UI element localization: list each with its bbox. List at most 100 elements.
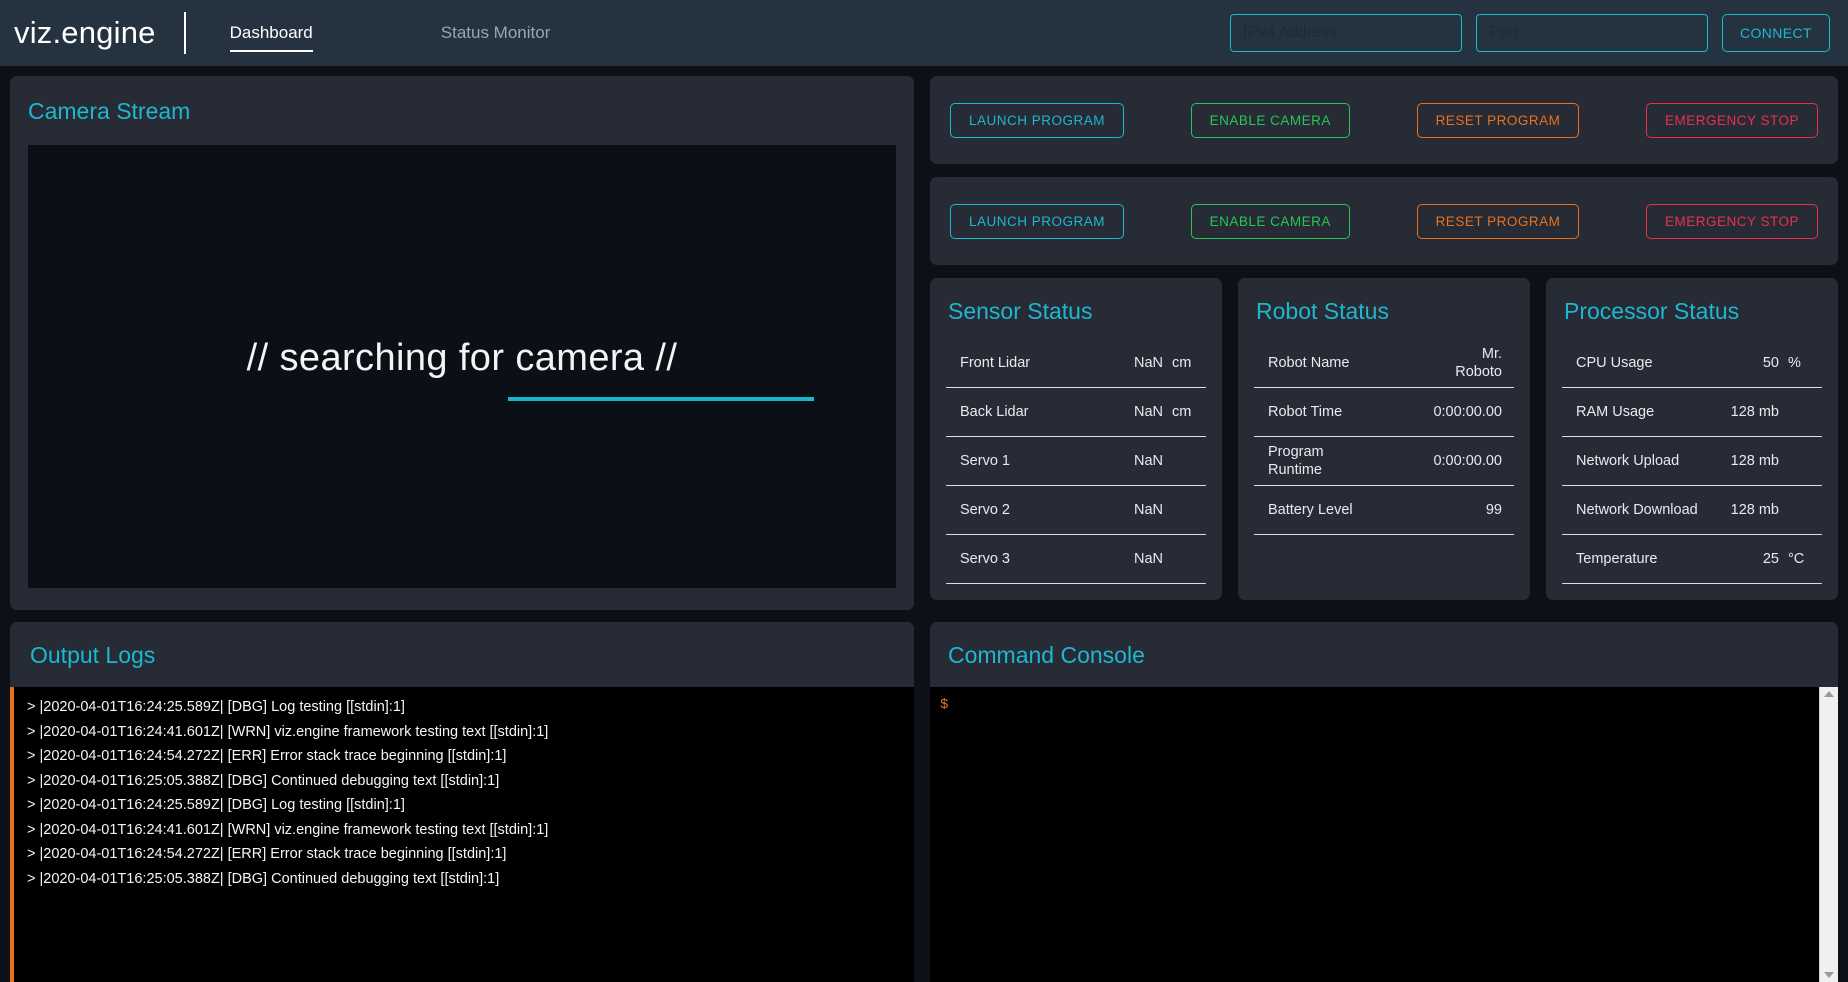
log-line: > |2020-04-01T16:24:25.589Z| [DBG] Log t… xyxy=(27,797,405,813)
robot-row-program-runtime: Program Runtime 0:00:00.00 xyxy=(1254,437,1514,486)
robot-row-value: Mr. Roboto xyxy=(1455,345,1502,380)
sensor-row-label: Back Lidar xyxy=(960,403,1029,420)
log-line: > |2020-04-01T16:25:05.388Z| [DBG] Conti… xyxy=(27,772,500,789)
robot-status-card: Robot Status Robot Name Mr. Roboto Robot… xyxy=(1238,278,1530,600)
processor-row-label: CPU Usage xyxy=(1576,354,1653,371)
robot-status-rows: Robot Name Mr. Roboto Robot Time 0:00:00… xyxy=(1238,339,1530,535)
sensor-row-value: NaN xyxy=(1133,354,1163,371)
console-scrollbar[interactable] xyxy=(1819,687,1838,982)
log-line: > |2020-04-01T16:24:54.272Z| [ERR] Error… xyxy=(27,846,507,862)
command-console-input-area[interactable]: $ xyxy=(930,687,1819,982)
tab-status-monitor[interactable]: Status Monitor xyxy=(431,0,561,66)
sensor-status-title: Sensor Status xyxy=(948,298,1093,324)
dashboard-page: Camera Stream // searching for camera //… xyxy=(0,66,1848,982)
processor-row-value: 25 xyxy=(1762,550,1779,567)
camera-loading-bar xyxy=(508,396,814,401)
robot-status-title: Robot Status xyxy=(1256,298,1389,324)
sensor-row-unit: cm xyxy=(1172,404,1192,420)
log-line: > |2020-04-01T16:24:25.589Z| [DBG] Log t… xyxy=(27,699,405,715)
processor-row-temperature: Temperature 25 °C xyxy=(1562,535,1822,584)
sensor-row-value-group: NaN xyxy=(1134,550,1194,568)
processor-row-label: Network Download xyxy=(1576,501,1698,518)
top-row: Camera Stream // searching for camera //… xyxy=(10,76,1838,610)
processor-status-card: Processor Status CPU Usage 50 % RAM Usag… xyxy=(1546,278,1838,600)
sensor-row-value: NaN xyxy=(1133,501,1163,518)
sensor-status-card: Sensor Status Front Lidar NaN cm Back Li… xyxy=(930,278,1222,600)
robot-row-value-group: Mr. Roboto xyxy=(1432,345,1502,381)
control-bar-primary: LAUNCH PROGRAM ENABLE CAMERA RESET PROGR… xyxy=(930,76,1838,164)
sensor-row-back-lidar: Back Lidar NaN cm xyxy=(946,388,1206,437)
processor-row-value-group: 128 mb xyxy=(1731,501,1810,519)
robot-row-value-group: 0:00:00.00 xyxy=(1433,403,1502,421)
processor-row-value: 128 mb xyxy=(1730,452,1779,469)
control-bar-secondary: LAUNCH PROGRAM ENABLE CAMERA RESET PROGR… xyxy=(930,177,1838,265)
robot-row-label: Battery Level xyxy=(1268,501,1353,518)
processor-row-label: RAM Usage xyxy=(1576,403,1655,420)
processor-row-value-group: 25 °C xyxy=(1763,550,1810,568)
sensor-row-servo-2: Servo 2 NaN xyxy=(946,486,1206,535)
camera-column: Camera Stream // searching for camera // xyxy=(10,76,914,610)
processor-row-unit: °C xyxy=(1788,551,1805,567)
log-line: > |2020-04-01T16:25:05.388Z| [DBG] Conti… xyxy=(27,870,500,887)
ipv4-address-input[interactable] xyxy=(1230,14,1462,52)
command-console-body[interactable]: $ xyxy=(930,687,1838,982)
tab-dashboard[interactable]: Dashboard xyxy=(220,0,323,66)
camera-status-text: // searching for camera // xyxy=(246,337,678,379)
sensor-row-unit: cm xyxy=(1172,355,1192,371)
camera-stream-title: Camera Stream xyxy=(28,98,191,124)
console-prompt-icon: $ xyxy=(940,697,949,713)
processor-row-ram-usage: RAM Usage 128 mb xyxy=(1562,388,1822,437)
scroll-up-arrow-icon[interactable] xyxy=(1824,691,1834,697)
reset-program-button-2[interactable]: RESET PROGRAM xyxy=(1416,203,1580,239)
processor-row-value: 128 mb xyxy=(1730,501,1779,518)
status-cards: Sensor Status Front Lidar NaN cm Back Li… xyxy=(930,278,1838,600)
processor-status-title: Processor Status xyxy=(1564,298,1740,324)
connect-button[interactable]: CONNECT xyxy=(1722,14,1830,52)
robot-row-value: 0:00:00.00 xyxy=(1433,403,1502,420)
reset-program-button-1[interactable]: RESET PROGRAM xyxy=(1416,102,1580,138)
output-logs-body[interactable]: > |2020-04-01T16:24:25.589Z| [DBG] Log t… xyxy=(10,687,914,982)
emergency-stop-button-2[interactable]: EMERGENCY STOP xyxy=(1645,203,1818,239)
processor-row-label: Temperature xyxy=(1576,550,1658,567)
sensor-status-rows: Front Lidar NaN cm Back Lidar NaN cm Ser… xyxy=(930,339,1222,584)
processor-row-unit: % xyxy=(1788,355,1801,371)
processor-row-value-group: 128 mb xyxy=(1731,403,1810,421)
bottom-row: Output Logs > |2020-04-01T16:24:25.589Z|… xyxy=(10,622,1838,982)
enable-camera-button-1[interactable]: ENABLE CAMERA xyxy=(1190,102,1350,138)
sensor-row-label: Servo 2 xyxy=(960,501,1010,518)
output-logs-panel: Output Logs > |2020-04-01T16:24:25.589Z|… xyxy=(10,622,914,982)
robot-row-battery-level: Battery Level 99 xyxy=(1254,486,1514,535)
launch-program-button-1[interactable]: LAUNCH PROGRAM xyxy=(950,102,1125,138)
sensor-row-label: Servo 3 xyxy=(960,550,1010,567)
robot-row-robot-time: Robot Time 0:00:00.00 xyxy=(1254,388,1514,437)
enable-camera-button-2[interactable]: ENABLE CAMERA xyxy=(1190,203,1350,239)
robot-row-value-group: 0:00:00.00 xyxy=(1433,452,1502,470)
sensor-row-value: NaN xyxy=(1133,403,1163,420)
camera-viewport[interactable]: // searching for camera // xyxy=(28,145,896,588)
launch-program-button-2[interactable]: LAUNCH PROGRAM xyxy=(950,203,1125,239)
sensor-row-value-group: NaN cm xyxy=(1134,354,1194,372)
sensor-row-label: Front Lidar xyxy=(960,354,1031,371)
robot-row-value: 99 xyxy=(1485,501,1502,518)
processor-status-rows: CPU Usage 50 % RAM Usage 128 mb Network … xyxy=(1546,339,1838,584)
emergency-stop-button-1[interactable]: EMERGENCY STOP xyxy=(1645,102,1818,138)
command-console-title: Command Console xyxy=(948,642,1145,668)
header-divider xyxy=(183,12,186,54)
processor-row-cpu-usage: CPU Usage 50 % xyxy=(1562,339,1822,388)
sensor-row-value-group: NaN xyxy=(1134,501,1194,519)
port-input[interactable] xyxy=(1476,14,1708,52)
sensor-row-label: Servo 1 xyxy=(960,452,1010,469)
robot-row-label: Robot Name xyxy=(1268,354,1350,371)
scroll-down-arrow-icon[interactable] xyxy=(1824,972,1834,978)
log-line: > |2020-04-01T16:24:41.601Z| [WRN] viz.e… xyxy=(27,723,549,740)
camera-stream-panel: Camera Stream // searching for camera // xyxy=(10,76,914,610)
sensor-row-value: NaN xyxy=(1133,452,1163,469)
tab-status-monitor-label: Status Monitor xyxy=(440,23,551,42)
robot-row-label: Program Runtime xyxy=(1268,443,1324,478)
robot-row-label: Robot Time xyxy=(1268,403,1343,420)
connection-controls: CONNECT xyxy=(1230,14,1830,52)
tab-dashboard-label: Dashboard xyxy=(229,23,313,42)
app-brand: viz.engine xyxy=(14,15,156,50)
processor-row-value: 50 xyxy=(1762,354,1779,371)
processor-row-network-upload: Network Upload 128 mb xyxy=(1562,437,1822,486)
